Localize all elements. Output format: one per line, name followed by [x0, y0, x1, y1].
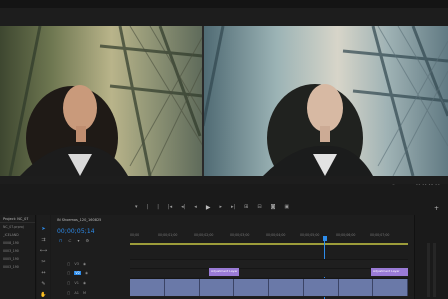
sequence-timecode[interactable]: 00;00;05;14 — [57, 228, 95, 235]
track-label: V3 — [74, 261, 79, 266]
timeline-panel: IN Shoemos_120_160825 00;00;05;14 ⊓ ⊂ ▾ … — [51, 215, 414, 299]
export-frame-button[interactable]: ◙ — [271, 205, 276, 210]
snap-icon[interactable]: ⊓ — [59, 238, 62, 243]
selection-tool-icon[interactable]: ➤ — [41, 227, 45, 232]
ruler-label: 00;00;03;00 — [230, 233, 250, 237]
project-panel-title[interactable]: Project: NC_07 — [0, 215, 35, 223]
video-frame[interactable] — [0, 26, 448, 176]
video-clip[interactable] — [130, 279, 408, 296]
track-mute-icon[interactable]: M — [83, 291, 86, 295]
ruler-label: 00;00;06;00 — [336, 233, 356, 237]
ruler-label: 00;00 — [130, 233, 140, 237]
track-visibility-icon[interactable]: ◉ — [83, 281, 86, 285]
marker-button[interactable]: ▾ — [135, 205, 138, 210]
ruler-label: 00;00;05;00 — [300, 233, 320, 237]
mark-in-button[interactable]: | — [147, 205, 149, 210]
work-area-bar[interactable] — [130, 243, 408, 245]
program-monitor: ⚙ 00;01;12;00 — [0, 8, 448, 193]
track-lane-v3[interactable] — [130, 259, 408, 268]
track-label: V2 — [74, 270, 81, 275]
list-item[interactable]: NC_07.prproj — [0, 223, 35, 231]
project-panel: Project: NC_07 NC_07.prproj _ICELAND 000… — [0, 215, 36, 299]
step-forward-button[interactable]: ▸ — [219, 205, 222, 210]
meter-left — [427, 243, 430, 297]
track-lock-icon[interactable]: ▢ — [67, 291, 70, 295]
ruler-label: 00;00;04;00 — [266, 233, 286, 237]
track-visibility-icon[interactable]: ◉ — [85, 271, 88, 275]
list-item[interactable]: 0005_190 — [0, 255, 35, 263]
step-back-button[interactable]: ◂ — [194, 205, 197, 210]
hand-tool-icon[interactable]: ✋ — [40, 293, 46, 298]
track-lock-icon[interactable]: ▢ — [67, 262, 70, 266]
timeline-settings-icon[interactable]: ⚙ — [86, 238, 90, 243]
track-lock-icon[interactable]: ▢ — [67, 281, 70, 285]
go-to-out-button[interactable]: ◂| — [181, 205, 185, 210]
time-ruler[interactable]: 00;00 00;00;01;00 00;00;02;00 00;00;03;0… — [130, 228, 408, 242]
adjustment-layer-clip[interactable]: Adjustment Layer — [371, 268, 408, 276]
track-header-v2[interactable]: ▢ V2 ◉ — [51, 268, 130, 277]
audio-meters — [414, 215, 448, 299]
track-label: V1 — [74, 280, 79, 285]
bridge-scene-left — [8, 26, 203, 176]
comparison-divider[interactable] — [202, 26, 204, 176]
bridge-scene-right — [203, 26, 448, 176]
track-header-a1[interactable]: ▢ A1 M — [51, 288, 130, 297]
menu-bar — [0, 0, 448, 8]
compare-button[interactable]: ▣ — [284, 205, 289, 210]
add-button[interactable]: + — [434, 205, 439, 212]
go-to-in-button[interactable]: |◂ — [168, 205, 172, 210]
meter-right — [433, 243, 436, 297]
add-marker-icon[interactable]: ▾ — [77, 238, 79, 243]
slip-tool-icon[interactable]: ↔ — [41, 271, 45, 276]
mark-out-button[interactable]: | — [157, 205, 159, 210]
video-before-half — [0, 26, 203, 176]
linked-selection-icon[interactable]: ⊂ — [68, 238, 71, 243]
play-button[interactable]: ▶ — [206, 205, 211, 211]
track-lane-v2[interactable] — [130, 268, 408, 277]
track-visibility-icon[interactable]: ◉ — [83, 262, 86, 266]
go-to-end-button[interactable]: ▸| — [231, 205, 235, 210]
list-item[interactable]: 0003_190 — [0, 263, 35, 271]
ripple-edit-tool-icon[interactable]: ⟷ — [40, 249, 47, 254]
track-label: A1 — [74, 290, 79, 295]
track-select-tool-icon[interactable]: ⇉ — [41, 238, 45, 243]
tools-panel: ➤ ⇉ ⟷ ✂ ↔ ✎ ✋ T — [37, 215, 50, 299]
list-item[interactable]: _ICELAND — [0, 231, 35, 239]
transport-bar: ▾ | | |◂ ◂| ◂ ▶ ▸ ▸| ⊞ ⊟ ◙ ▣ + — [0, 185, 448, 215]
lift-button[interactable]: ⊞ — [244, 205, 248, 210]
ruler-label: 00;00;02;00 — [194, 233, 214, 237]
video-after-half — [203, 26, 448, 176]
track-lock-icon[interactable]: ▢ — [67, 271, 70, 275]
adjustment-layer-clip[interactable]: Adjustment Layer — [209, 268, 239, 276]
sequence-tab[interactable]: IN Shoemos_120_160825 — [57, 218, 101, 222]
pen-tool-icon[interactable]: ✎ — [41, 282, 45, 287]
razor-tool-icon[interactable]: ✂ — [41, 260, 45, 265]
ruler-label: 00;00;07;00 — [370, 233, 390, 237]
list-item[interactable]: 0003_190 — [0, 247, 35, 255]
extract-button[interactable]: ⊟ — [257, 205, 261, 210]
track-header-v1[interactable]: ▢ V1 ◉ — [51, 278, 130, 287]
track-header-v3[interactable]: ▢ V3 ◉ — [51, 259, 130, 268]
list-item[interactable]: 0008_190 — [0, 239, 35, 247]
ruler-label: 00;00;01;00 — [158, 233, 178, 237]
